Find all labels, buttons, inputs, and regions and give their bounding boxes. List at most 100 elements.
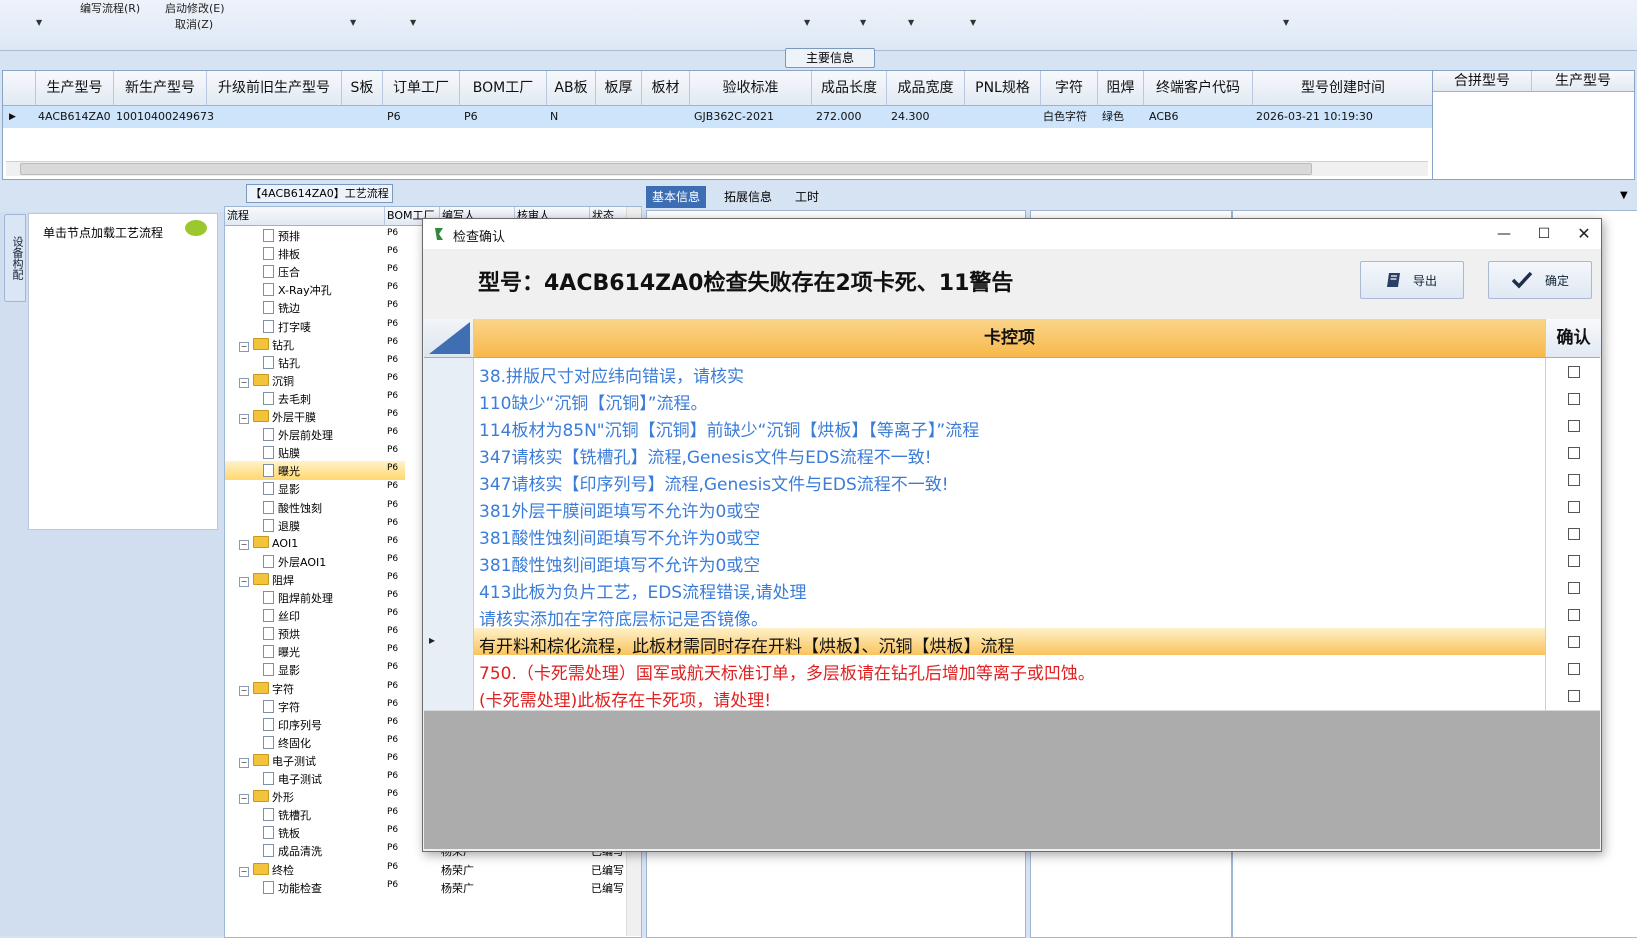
tree-node-label[interactable]: 曝光 <box>263 463 300 479</box>
cell-order-factory[interactable]: P6 <box>387 106 401 128</box>
menu-cancel[interactable]: 取消(Z) <box>175 16 213 32</box>
chevron-down-icon[interactable]: ▼ <box>1620 190 1628 201</box>
confirm-checkbox[interactable] <box>1568 366 1580 378</box>
check-item-row[interactable]: (卡死需处理)此板存在卡死项，请处理! <box>424 682 1600 711</box>
row-selector[interactable] <box>424 682 474 710</box>
tree-node-label[interactable]: − 字符 <box>239 681 294 697</box>
collapse-icon[interactable]: − <box>239 685 249 696</box>
confirm-checkbox[interactable] <box>1568 447 1580 459</box>
cell-ab-board[interactable]: N <box>550 106 558 128</box>
tree-node-label[interactable]: − 外层干膜 <box>239 409 316 425</box>
process-tree-tab[interactable]: 【4ACB614ZA0】工艺流程 <box>246 184 393 203</box>
confirm-checkbox[interactable] <box>1568 420 1580 432</box>
tree-node-label[interactable]: 显影 <box>263 481 300 497</box>
cell-customer[interactable]: ACB6 <box>1149 106 1179 128</box>
col-header[interactable]: 阻焊 <box>1098 71 1144 106</box>
cell-model[interactable]: 4ACB614ZA0 <box>38 106 111 128</box>
col-header[interactable]: 流程 <box>225 207 385 226</box>
tree-node-label[interactable]: 铣边 <box>263 300 300 316</box>
tree-node-label[interactable]: 终固化 <box>263 735 311 751</box>
tree-node-label[interactable]: − 阻焊 <box>239 572 294 588</box>
tree-node-label[interactable]: 丝印 <box>263 608 300 624</box>
col-header-control-item[interactable]: 卡控项 <box>474 319 1545 357</box>
row-selector[interactable] <box>424 493 474 521</box>
tree-node-label[interactable]: 外层AOI1 <box>263 554 326 570</box>
col-header[interactable]: 型号创建时间 <box>1253 71 1433 106</box>
row-selector[interactable] <box>424 466 474 494</box>
row-selector[interactable] <box>424 439 474 467</box>
chevron-down-icon[interactable]: ▼ <box>350 18 356 27</box>
cell-char[interactable]: 白色字符 <box>1043 106 1087 128</box>
check-item-row[interactable]: 347请核实【铣槽孔】流程,Genesis文件与EDS流程不一致! <box>424 439 1600 468</box>
tree-node-label[interactable]: − 电子测试 <box>239 753 316 769</box>
row-selector[interactable] <box>424 547 474 575</box>
collapse-icon[interactable]: − <box>239 794 249 805</box>
confirm-checkbox[interactable] <box>1568 663 1580 675</box>
col-header[interactable]: AB板 <box>547 71 596 106</box>
chevron-down-icon[interactable]: ▼ <box>970 18 976 27</box>
confirm-checkbox[interactable] <box>1568 528 1580 540</box>
col-header[interactable]: 新生产型号 <box>114 71 207 106</box>
check-item-row[interactable]: 413此板为负片工艺，EDS流程错误,请处理 <box>424 574 1600 603</box>
row-selector[interactable] <box>424 574 474 602</box>
cell-standard[interactable]: GJB362C-2021 <box>694 106 774 128</box>
collapse-icon[interactable]: − <box>239 341 249 352</box>
tree-node-label[interactable]: 功能检查 <box>263 880 322 896</box>
tree-node-label[interactable]: 压合 <box>263 264 300 280</box>
check-item-row[interactable]: 750.（卡死需处理）国军或航天标准订单，多层板请在钻孔后增加等离子或凹蚀。 <box>424 655 1600 684</box>
confirm-checkbox[interactable] <box>1568 474 1580 486</box>
cell-bom-factory[interactable]: P6 <box>464 106 478 128</box>
tree-node-label[interactable]: 铣槽孔 <box>263 807 311 823</box>
col-header[interactable]: 订单工厂 <box>383 71 460 106</box>
collapse-icon[interactable]: − <box>239 866 249 877</box>
confirm-checkbox[interactable] <box>1568 393 1580 405</box>
tree-node-label[interactable]: − 沉铜 <box>239 373 294 389</box>
tree-node-label[interactable]: 预排 <box>263 228 300 244</box>
menu-edit-process[interactable]: 编写流程(R) <box>80 0 140 16</box>
tree-node-label[interactable]: 阻焊前处理 <box>263 590 333 606</box>
check-item-row[interactable]: 381外层干膜间距填写不允许为0或空 <box>424 493 1600 522</box>
close-icon[interactable]: ✕ <box>1569 222 1599 246</box>
row-selector[interactable] <box>424 358 474 386</box>
tree-node-label[interactable]: 排板 <box>263 246 300 262</box>
check-item-row[interactable]: 38.拼版尺寸对应纬向错误，请核实 <box>424 358 1600 387</box>
row-selector[interactable] <box>424 655 474 683</box>
col-header[interactable]: 板材 <box>642 71 690 106</box>
chevron-down-icon[interactable]: ▼ <box>410 18 416 27</box>
export-button[interactable]: 导出 <box>1360 261 1464 299</box>
minimize-icon[interactable]: — <box>1489 222 1519 246</box>
chevron-down-icon[interactable]: ▼ <box>36 18 42 27</box>
cell-new-model[interactable]: 10010400249673 <box>116 106 214 128</box>
tree-node-label[interactable]: 显影 <box>263 662 300 678</box>
menu-start-modify[interactable]: 启动修改(E) <box>165 0 225 16</box>
check-item-row[interactable]: 381酸性蚀刻间距填写不允许为0或空 <box>424 547 1600 576</box>
chevron-down-icon[interactable]: ▼ <box>804 18 810 27</box>
tab-basic-info[interactable]: 基本信息 <box>646 186 707 208</box>
cell-length[interactable]: 272.000 <box>816 106 862 128</box>
col-header[interactable]: 板厚 <box>596 71 642 106</box>
row-selector[interactable]: ▸ <box>424 628 474 656</box>
row-selector[interactable] <box>424 601 474 629</box>
collapse-icon[interactable]: − <box>239 539 249 550</box>
tree-node-label[interactable]: 退膜 <box>263 518 300 534</box>
chevron-down-icon[interactable]: ▼ <box>860 18 866 27</box>
tree-node-label[interactable]: 预烘 <box>263 626 300 642</box>
confirm-checkbox[interactable] <box>1568 609 1580 621</box>
col-header[interactable]: 生产型号 <box>1532 71 1634 92</box>
cell-created[interactable]: 2026-03-21 10:19:30 <box>1256 106 1373 128</box>
tree-node-label[interactable]: 成品清洗 <box>263 843 322 859</box>
col-header[interactable]: S板 <box>342 71 383 106</box>
col-header[interactable]: PNL规格 <box>965 71 1041 106</box>
check-item-row[interactable]: 请核实添加在字符底层标记是否镜像。 <box>424 601 1600 630</box>
tree-node-label[interactable]: 外层前处理 <box>263 427 333 443</box>
tab-work-hours[interactable]: 工时 <box>789 186 825 208</box>
col-header[interactable]: 生产型号 <box>36 71 114 106</box>
confirm-button[interactable]: 确定 <box>1488 261 1592 299</box>
confirm-checkbox[interactable] <box>1568 690 1580 702</box>
collapse-icon[interactable]: − <box>239 414 249 424</box>
tree-node-label[interactable]: 铣板 <box>263 825 300 841</box>
row-selector[interactable] <box>424 385 474 413</box>
check-item-row[interactable]: ▸ 有开料和棕化流程，此板材需同时存在开料【烘板】、沉铜【烘板】流程 <box>424 628 1600 657</box>
col-header[interactable]: 字符 <box>1041 71 1098 106</box>
confirm-checkbox[interactable] <box>1568 501 1580 513</box>
